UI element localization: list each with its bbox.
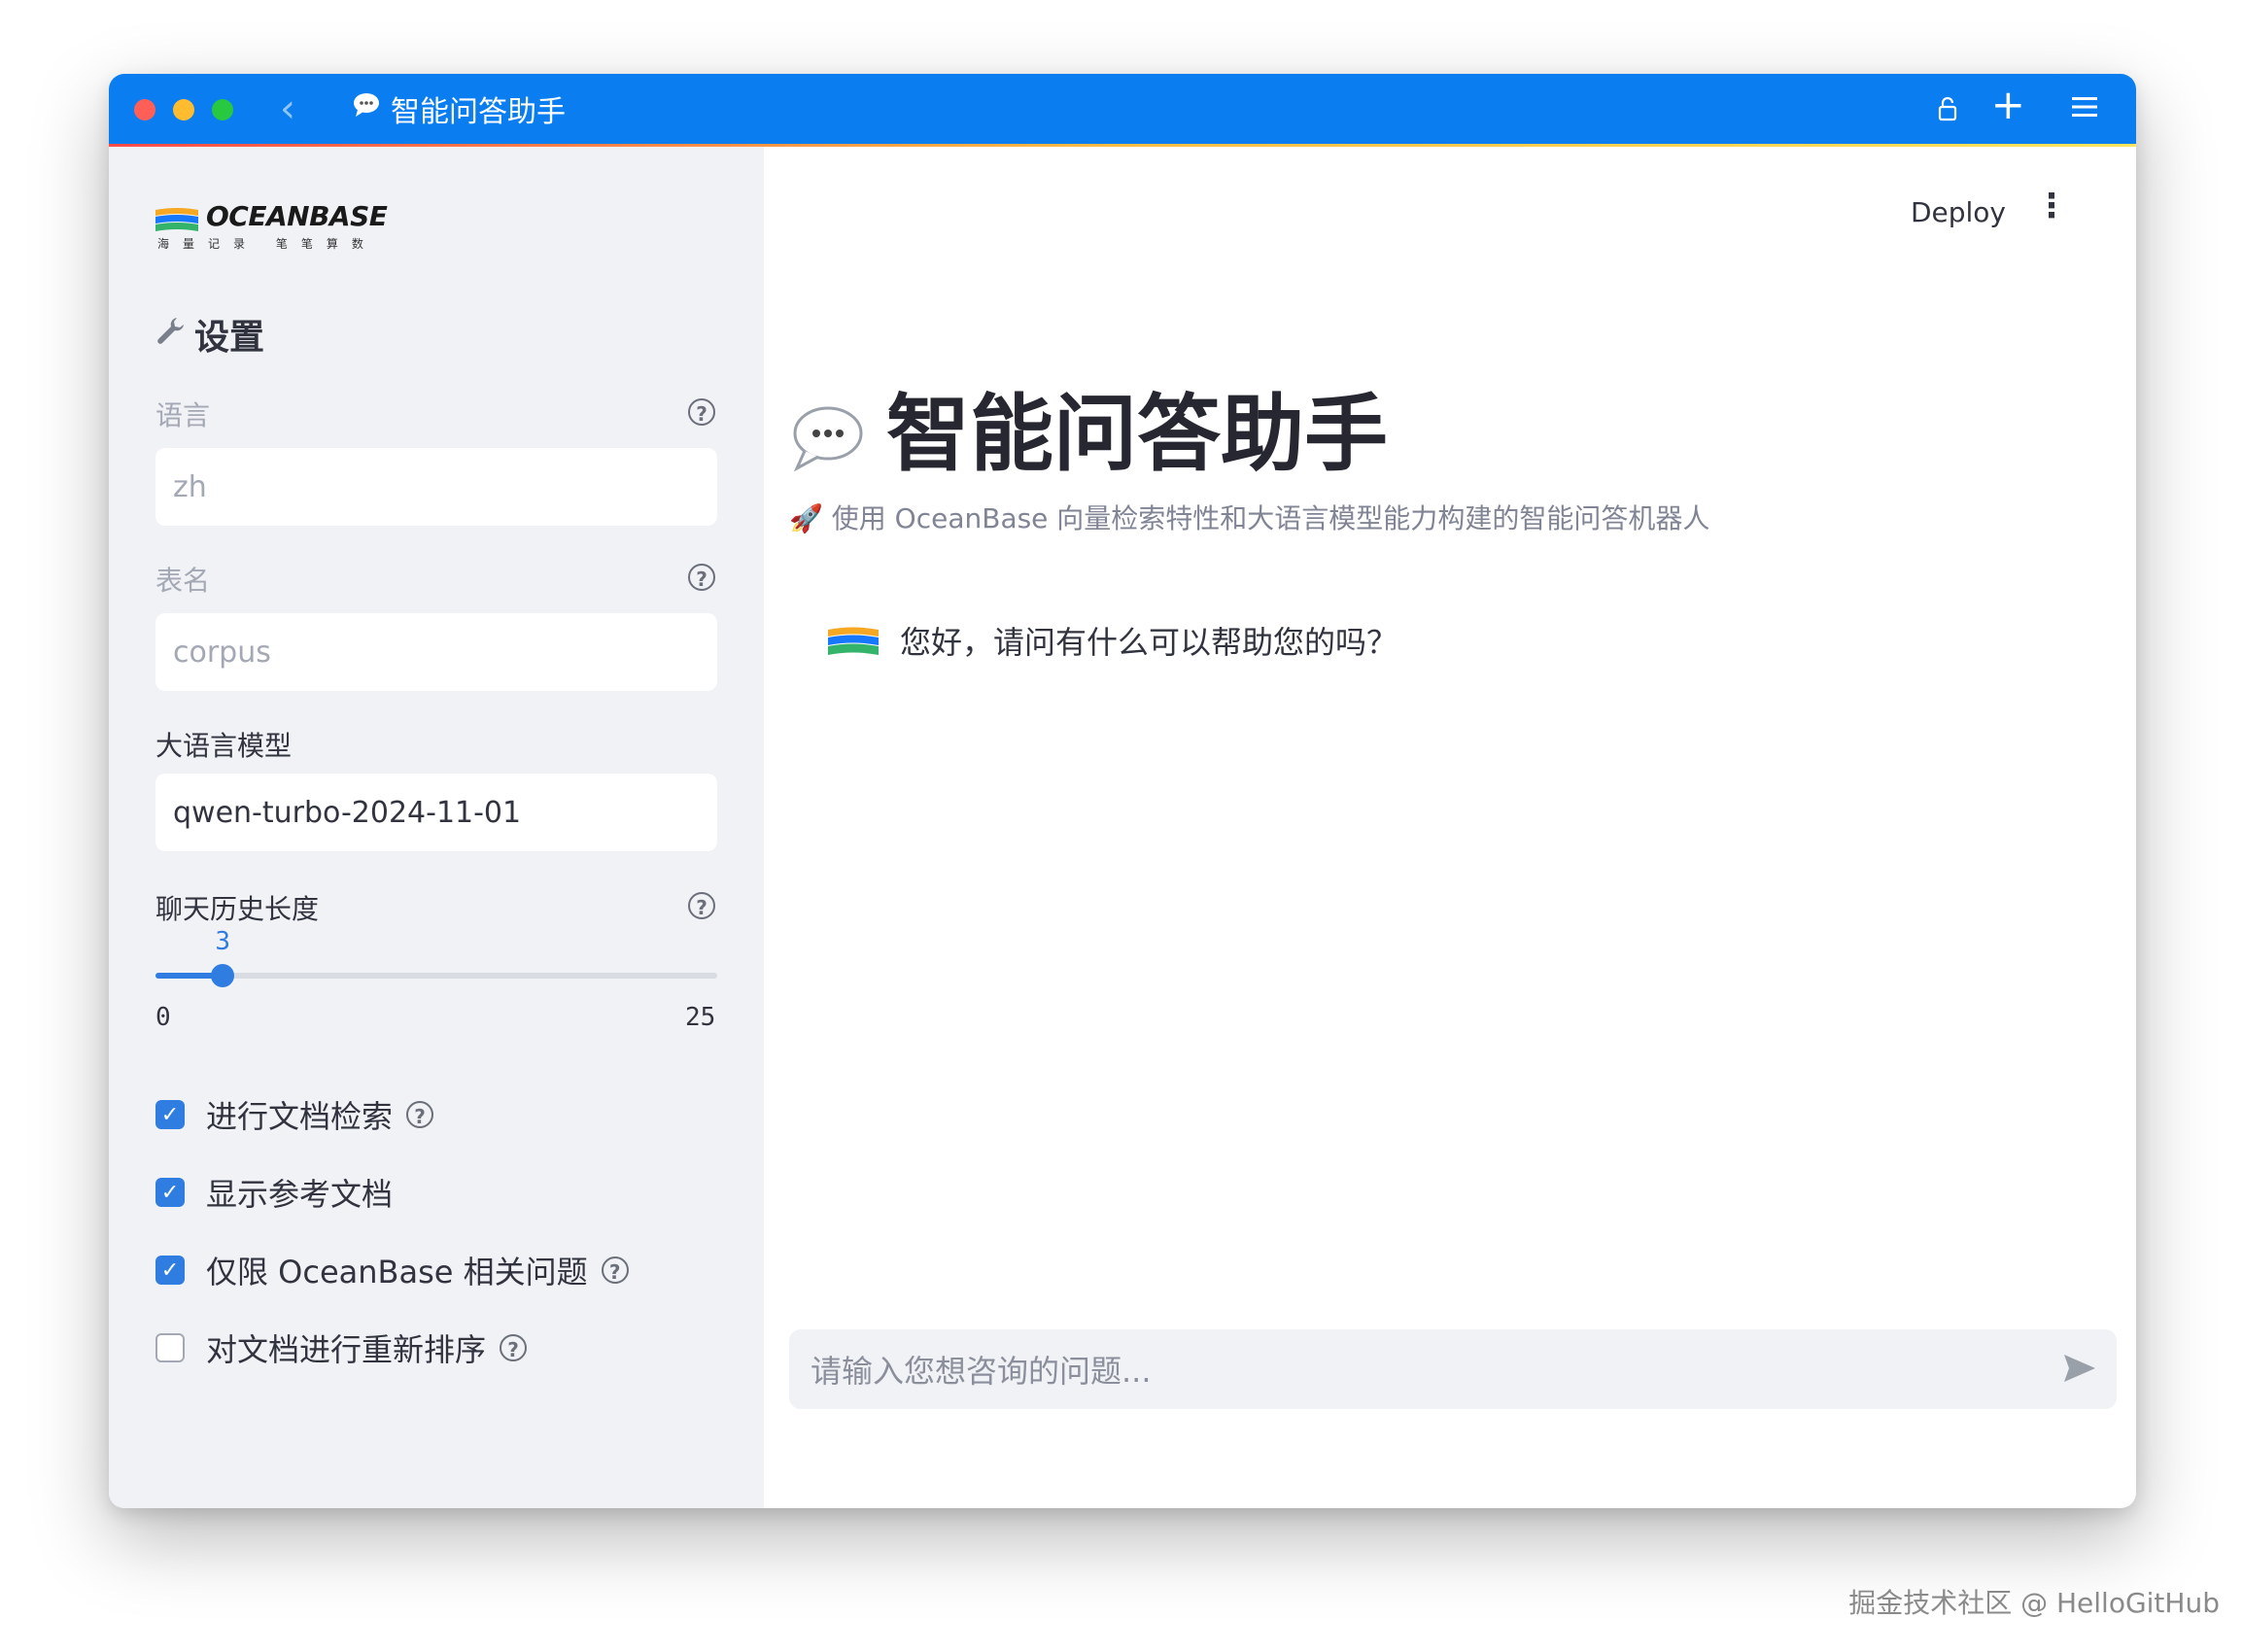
- checkbox-unchecked-icon[interactable]: [155, 1333, 185, 1362]
- close-window-button[interactable]: [134, 99, 155, 120]
- checkbox-rerank[interactable]: 对文档进行重新排序 ?: [155, 1325, 528, 1370]
- assistant-avatar: [828, 625, 879, 656]
- history-length-help-icon[interactable]: ?: [688, 892, 715, 919]
- llm-input[interactable]: qwen-turbo-2024-11-01: [155, 774, 717, 851]
- checkbox-show-references[interactable]: ✓ 显示参考文档: [155, 1170, 393, 1215]
- checkbox-checked-icon[interactable]: ✓: [155, 1256, 185, 1285]
- sidebar-heading: 设置: [155, 309, 264, 360]
- checkbox-oceanbase-only[interactable]: ✓ 仅限 OceanBase 相关问题 ?: [155, 1248, 629, 1292]
- app-window: ‹ 智能问答助手 + OCEANBASE 海量记录 笔笔算数 设置 语言 ? z…: [109, 74, 2136, 1508]
- maximize-window-button[interactable]: [212, 99, 233, 120]
- chat-message-text: 您好，请问有什么可以帮助您的吗？: [900, 624, 1398, 661]
- llm-label: 大语言模型: [155, 730, 293, 762]
- speech-bubble-icon: [789, 396, 865, 471]
- language-label: 语言: [155, 399, 211, 431]
- oceanbase-logo-mark: [155, 208, 198, 231]
- watermark: 掘金技术社区 @ HelloGitHub: [1848, 1587, 2220, 1619]
- slider-max-label: 25: [685, 1003, 716, 1032]
- window-title-text: 智能问答助手: [391, 95, 566, 129]
- logo-subtitle: 海量记录 笔笔算数: [157, 237, 377, 251]
- history-length-label: 聊天历史长度: [155, 893, 320, 925]
- checkbox-checked-icon[interactable]: ✓: [155, 1178, 185, 1207]
- page-caption: 🚀 使用 OceanBase 向量检索特性和大语言模型能力构建的智能问答机器人: [789, 502, 1710, 534]
- more-options-icon[interactable]: ⋮: [2035, 187, 2068, 225]
- new-tab-icon[interactable]: +: [1991, 85, 2025, 125]
- slider-track[interactable]: [155, 973, 717, 979]
- minimize-window-button[interactable]: [173, 99, 194, 120]
- oceanbase-logo: OCEANBASE 海量记录 笔笔算数: [155, 200, 388, 255]
- oceanbase-only-help-icon[interactable]: ?: [601, 1256, 629, 1284]
- window-title: 智能问答助手: [352, 89, 566, 129]
- titlebar: ‹ 智能问答助手 +: [109, 74, 2136, 147]
- rerank-help-icon[interactable]: ?: [500, 1334, 528, 1361]
- chat-input[interactable]: 请输入您想咨询的问题...: [789, 1329, 2117, 1409]
- unlock-icon[interactable]: [1938, 93, 1957, 128]
- back-icon[interactable]: ‹: [280, 86, 295, 132]
- speech-bubble-icon: [352, 91, 381, 126]
- table-name-help-icon[interactable]: ?: [688, 564, 715, 591]
- table-name-label: 表名: [155, 565, 211, 597]
- slider-min-label: 0: [155, 1003, 171, 1032]
- language-input[interactable]: zh: [155, 448, 717, 526]
- language-help-icon[interactable]: ?: [688, 398, 715, 426]
- doc-retrieval-help-icon[interactable]: ?: [406, 1101, 434, 1128]
- table-name-input[interactable]: corpus: [155, 613, 717, 691]
- page-title-text: 智能问答助手: [886, 386, 1388, 483]
- deploy-button[interactable]: Deploy: [1911, 196, 2006, 228]
- send-icon[interactable]: [2060, 1349, 2099, 1388]
- chat-message: 您好，请问有什么可以帮助您的吗？: [828, 618, 1398, 663]
- checkbox-doc-retrieval[interactable]: ✓ 进行文档检索 ?: [155, 1092, 434, 1137]
- wrench-icon: [155, 315, 187, 354]
- logo-wordmark: OCEANBASE: [206, 200, 388, 232]
- page-title: 智能问答助手: [789, 365, 1388, 487]
- slider-value: 3: [215, 927, 231, 956]
- checkbox-checked-icon[interactable]: ✓: [155, 1100, 185, 1129]
- chat-input-placeholder: 请输入您想咨询的问题...: [811, 1353, 1152, 1390]
- menu-icon[interactable]: [2070, 91, 2099, 126]
